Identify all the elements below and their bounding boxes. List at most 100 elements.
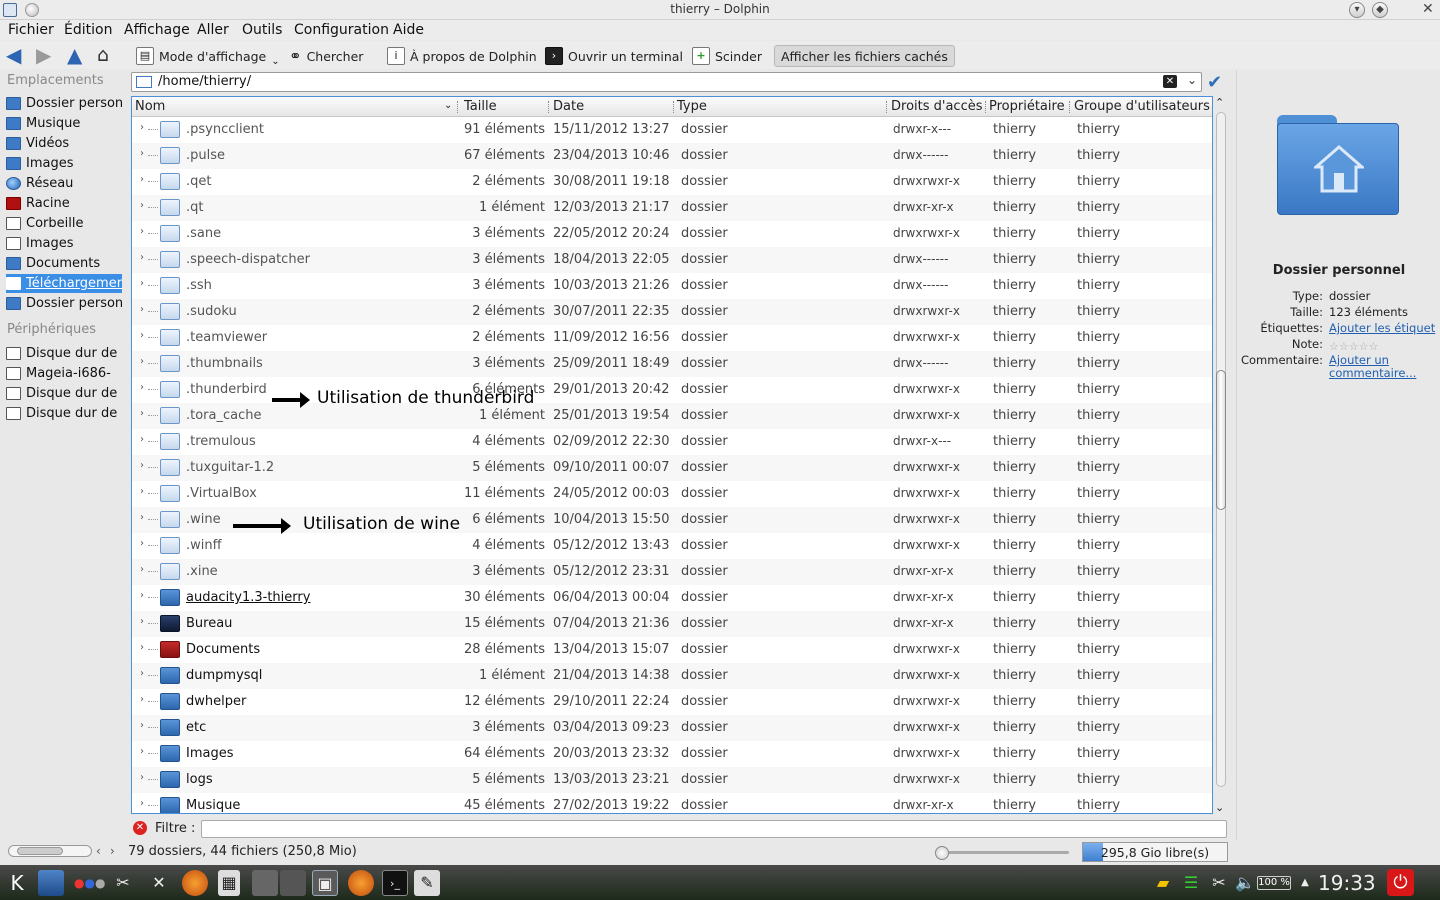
vertical-scrollbar[interactable]: ⌃ ⌄ [1213,96,1229,814]
table-row[interactable]: › .speech-dispatcher 3 éléments 18/04/2013 … [132,247,1212,273]
expand-chevron-icon[interactable]: › [140,356,144,367]
place-root[interactable]: Racine [6,194,122,213]
place-images-2[interactable]: Images [6,234,122,253]
device-disk-1[interactable]: Disque dur de 4 [6,344,122,363]
free-space-indicator[interactable]: 295,8 Gio libre(s) [1082,842,1228,862]
activities-icon[interactable]: ●●● [74,870,105,896]
expand-chevron-icon[interactable]: › [140,226,144,237]
expand-chevron-icon[interactable]: › [140,772,144,783]
menu-aide[interactable]: Aide [393,22,424,38]
expand-chevron-icon[interactable]: › [140,512,144,523]
table-row[interactable]: › Images 64 éléments 20/03/2013 23:32 dossie… [132,741,1212,767]
task-firefox-icon[interactable] [348,870,374,896]
split-button[interactable]: + Scinder [692,45,762,67]
table-row[interactable]: › .wine 6 éléments 10/04/2013 15:50 dossier d… [132,507,1212,533]
expand-chevron-icon[interactable]: › [140,590,144,601]
desktop-icon[interactable] [38,870,64,896]
minimize-button[interactable]: ▾ [1349,2,1365,18]
table-row[interactable]: › .xine 3 éléments 05/12/2012 23:31 dossier d… [132,559,1212,585]
table-row[interactable]: › Musique 45 éléments 27/02/2013 19:22 dossi… [132,793,1212,813]
add-tags-link[interactable]: Ajouter les étiquet [1329,321,1435,335]
expand-chevron-icon[interactable]: › [140,330,144,341]
table-row[interactable]: › audacity1.3-thierry 30 éléments 06/04/201… [132,585,1212,611]
place-network[interactable]: Réseau [6,174,122,193]
pager-desktop-2-icon[interactable] [280,870,306,896]
menu-affichage[interactable]: Affichage [124,22,190,38]
table-row[interactable]: › .ssh 3 éléments 10/03/2013 21:26 dossier dr… [132,273,1212,299]
menu-fichier[interactable]: Fichier [8,22,54,38]
place-music[interactable]: Musique [6,114,122,133]
pager-desktop-1-icon[interactable] [252,870,278,896]
table-row[interactable]: › .qet 2 éléments 30/08/2011 19:18 dossier dr… [132,169,1212,195]
menu-configuration[interactable]: Configuration [294,22,389,38]
add-comment-link-2[interactable]: commentaire... [1329,366,1416,380]
expand-chevron-icon[interactable]: › [140,798,144,809]
table-row[interactable]: › .qt 1 élément 12/03/2013 21:17 dossier drwx… [132,195,1212,221]
column-name[interactable]: Nom [135,99,165,114]
place-downloads[interactable]: Téléchargements [6,274,122,293]
search-button[interactable]: ⚭ Chercher [289,45,363,67]
chevron-down-icon[interactable]: ⌄ [1187,73,1197,87]
expand-chevron-icon[interactable]: › [140,746,144,757]
tray-expand-icon[interactable]: ▲ [1292,870,1318,896]
table-row[interactable]: › dumpmysql 1 élément 21/04/2013 14:38 dossi… [132,663,1212,689]
expand-chevron-icon[interactable]: › [140,434,144,445]
table-row[interactable]: › Bureau 15 éléments 07/04/2013 21:36 dossie… [132,611,1212,637]
task-editor-icon[interactable]: ✎ [414,870,440,896]
table-row[interactable]: › .winff 4 éléments 05/12/2012 13:43 dossier… [132,533,1212,559]
menu-aller[interactable]: Aller [197,22,229,38]
add-comment-link[interactable]: Ajouter un [1329,353,1389,367]
column-size[interactable]: Taille [464,99,497,114]
place-videos[interactable]: Vidéos [6,134,122,153]
scroll-left-icon[interactable]: ‹ [96,844,101,858]
menu-edition[interactable]: Édition [64,22,112,38]
about-button[interactable]: i À propos de Dolphin [387,45,537,67]
column-owner[interactable]: Propriétaire [989,99,1065,114]
rating-stars-icon[interactable]: ☆☆☆☆☆ [1329,340,1378,353]
scroll-down-icon[interactable]: ⌄ [1215,801,1224,814]
scroll-right-icon[interactable]: › [110,844,115,858]
file-list-view[interactable]: Nom ⌄ Taille Date Type Droits d'accès Pr… [131,96,1213,814]
folder-tray-icon[interactable]: ▰ [1150,870,1176,896]
home-icon[interactable]: ⌂ [97,45,109,65]
up-icon[interactable]: ▲ [67,45,82,65]
forward-icon[interactable]: ▶ [36,45,51,65]
expand-chevron-icon[interactable]: › [140,408,144,419]
expand-chevron-icon[interactable]: › [140,200,144,211]
table-row[interactable]: › .tora_cache 1 élément 25/01/2013 19:54 dos… [132,403,1212,429]
table-row[interactable]: › .sudoku 2 éléments 30/07/2011 22:35 dossie… [132,299,1212,325]
filter-input[interactable] [201,820,1227,838]
maximize-button[interactable]: ◆ [1372,2,1388,18]
column-group[interactable]: Groupe d'utilisateurs [1074,99,1210,114]
expand-chevron-icon[interactable]: › [140,720,144,731]
table-row[interactable]: › .psyncclient 91 éléments 15/11/2012 13:27… [132,117,1212,143]
settings-icon[interactable]: ✕ [146,870,172,896]
table-row[interactable]: › Documents 28 éléments 13/04/2013 15:07 dos… [132,637,1212,663]
table-row[interactable]: › logs 5 éléments 13/03/2013 23:21 dossier dr… [132,767,1212,793]
firefox-icon[interactable] [182,870,208,896]
battery-indicator[interactable]: 100 % [1257,876,1291,890]
scroll-up-icon[interactable]: ⌃ [1215,96,1224,109]
expand-chevron-icon[interactable]: › [140,122,144,133]
expand-chevron-icon[interactable]: › [140,252,144,263]
task-dolphin-icon[interactable]: ▣ [312,870,338,896]
terminal-button[interactable]: › Ouvrir un terminal [545,45,683,67]
expand-chevron-icon[interactable]: › [140,486,144,497]
back-icon[interactable]: ◀ [6,45,21,65]
wifi-icon[interactable]: ☰ [1178,870,1204,896]
clock[interactable]: 19:33 [1318,871,1376,895]
table-row[interactable]: › dwhelper 12 éléments 29/10/2011 22:24 doss… [132,689,1212,715]
expand-chevron-icon[interactable]: › [140,564,144,575]
place-home[interactable]: Dossier personnel [6,94,122,113]
device-disk-2[interactable]: Disque dur de 9 [6,384,122,403]
table-row[interactable]: › .sane 3 éléments 22/05/2012 20:24 dossier d… [132,221,1212,247]
expand-chevron-icon[interactable]: › [140,304,144,315]
table-row[interactable]: › .tremulous 4 éléments 02/09/2012 22:30 dos… [132,429,1212,455]
place-home-2[interactable]: Dossier personnel [6,294,122,313]
expand-chevron-icon[interactable]: › [140,148,144,159]
table-row[interactable]: › .tuxguitar-1.2 5 éléments 09/10/2011 00:0… [132,455,1212,481]
table-row[interactable]: › .teamviewer 2 éléments 11/09/2012 16:56 do… [132,325,1212,351]
close-icon[interactable]: ✕ [1422,1,1434,17]
task-terminal-icon[interactable]: ›_ [382,870,408,896]
clipboard-icon[interactable]: ✂ [1206,870,1232,896]
